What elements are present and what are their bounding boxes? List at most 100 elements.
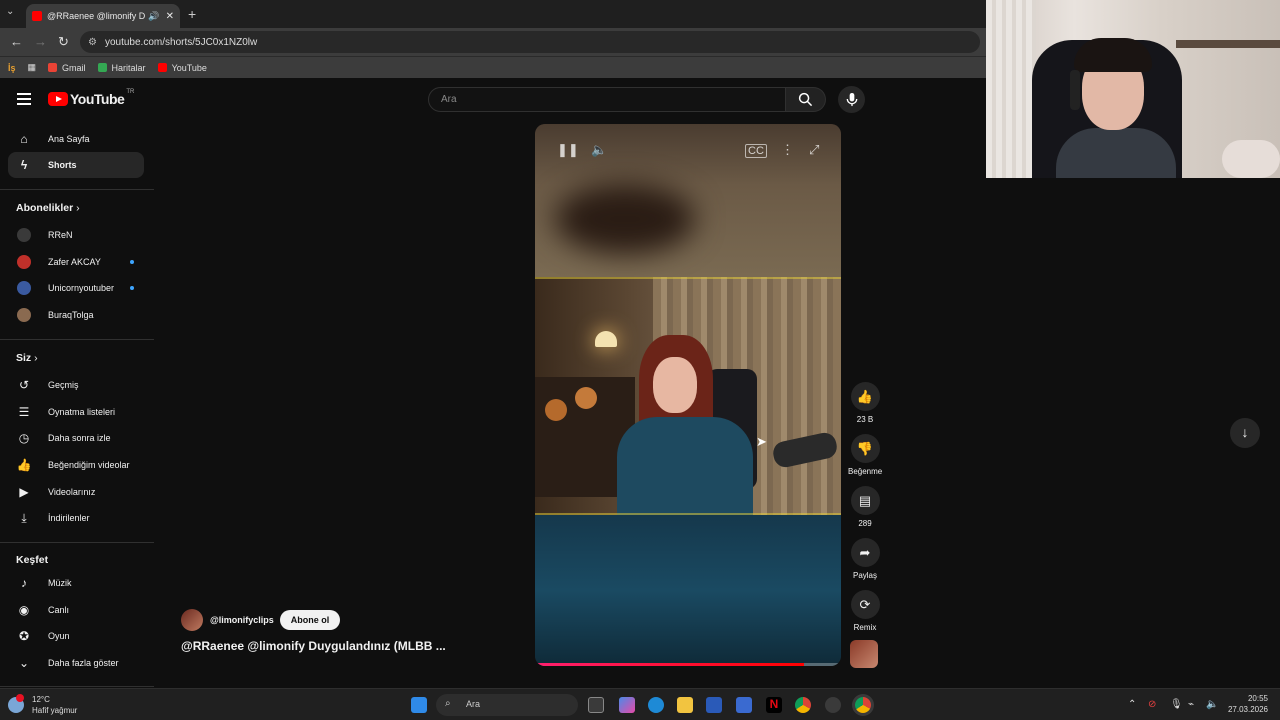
comments-button[interactable]: ▤ 289 <box>848 486 882 528</box>
tab-search-chevron-icon[interactable]: ⌄ <box>6 6 14 17</box>
task-view-icon[interactable] <box>588 697 604 713</box>
sidebar-divider <box>0 686 154 687</box>
sidebar-item-your-videos[interactable]: ▶ Videolarınız <box>8 479 144 505</box>
browser-tab-strip: ⌄ @RRaenee @limonify Duyg 🔊 ✕ + <box>0 0 986 28</box>
youtube-logo[interactable]: YouTube TR <box>48 89 134 107</box>
store-icon[interactable] <box>706 697 722 713</box>
taskbar-search-label: Ara <box>466 699 481 709</box>
clock-time: 20:55 <box>1247 694 1268 703</box>
sidebar-divider <box>0 339 154 340</box>
channel-avatar[interactable] <box>181 609 203 631</box>
taskbar-search[interactable]: ⌕ Ara <box>436 694 578 716</box>
pause-icon[interactable]: ❚❚ <box>557 142 579 158</box>
remix-button[interactable]: ⟳ Remix <box>848 590 882 632</box>
youtube-play-icon <box>48 92 68 106</box>
next-short-button[interactable]: ↓ <box>1230 418 1260 448</box>
more-options-icon[interactable]: ⋮ <box>781 142 794 158</box>
browser-tab[interactable]: @RRaenee @limonify Duyg 🔊 ✕ <box>26 4 180 28</box>
microphone-icon[interactable]: 🎙 <box>1170 699 1183 710</box>
netflix-icon[interactable]: N <box>766 697 782 713</box>
clock-date: 27.03.2026 <box>1227 705 1268 714</box>
sidebar-divider <box>0 542 154 543</box>
forward-icon[interactable]: → <box>34 34 47 49</box>
sidebar-item-history[interactable]: ↺ Geçmiş <box>8 372 144 398</box>
bookmarks-bar: İş ▦ Gmail Haritalar YouTube <box>0 56 986 78</box>
new-tab-button[interactable]: + <box>188 6 196 22</box>
chrome-icon[interactable] <box>795 697 811 713</box>
sidebar-item-music[interactable]: ♪ Müzik <box>8 570 144 596</box>
audio-playing-icon[interactable]: 🔊 <box>148 11 159 22</box>
reload-icon[interactable]: ↻ <box>58 34 69 50</box>
apps-grid-icon[interactable]: ▦ <box>28 62 37 73</box>
channel-name[interactable]: @limonifyclips <box>210 615 274 625</box>
headphones <box>1070 70 1080 110</box>
sidebar-item-live[interactable]: ◉ Canlı <box>8 597 144 623</box>
search-icon <box>798 92 813 107</box>
close-tab-icon[interactable]: ✕ <box>166 11 174 22</box>
subscriptions-header[interactable]: Abonelikler › <box>16 202 80 214</box>
sidebar-item-shorts[interactable]: ϟ Shorts <box>8 152 144 178</box>
tray-chevron-icon[interactable]: ⌃ <box>1128 699 1136 710</box>
like-button[interactable]: 👍 23 B <box>848 382 882 424</box>
you-header[interactable]: Siz › <box>16 352 38 364</box>
playlist-icon: ☰ <box>18 405 30 419</box>
security-icon[interactable]: ⊘ <box>1148 699 1156 710</box>
back-icon[interactable]: ← <box>10 34 23 49</box>
avatar <box>17 281 31 295</box>
copilot-icon[interactable] <box>619 697 635 713</box>
thumb-up-icon: 👍 <box>16 458 32 472</box>
bookmark-youtube[interactable]: YouTube <box>157 63 207 73</box>
start-icon[interactable] <box>411 697 427 713</box>
video-progress-bar[interactable] <box>535 663 841 666</box>
sound-thumbnail[interactable] <box>850 640 878 668</box>
app-icon[interactable] <box>736 697 752 713</box>
edge-icon[interactable] <box>648 697 664 713</box>
dislike-button[interactable]: 👎 Beğenme <box>848 434 882 476</box>
sidebar-item-gaming[interactable]: ✪ Oyun <box>8 623 144 649</box>
youtube-icon <box>157 63 167 72</box>
windows-taskbar: 12°C Hafif yağmur ⌕ Ara N ⌃ ⊘ 🎙 ⌁ 🔈 20:55… <box>0 688 1280 720</box>
clock-icon: ◷ <box>18 431 30 445</box>
sidebar-item-downloads[interactable]: ⤓ İndirilenler <box>8 505 144 531</box>
site-info-icon[interactable]: ⚙ <box>88 37 97 48</box>
sidebar-item-watch-later[interactable]: ◷ Daha sonra izle <box>8 425 144 451</box>
menu-icon[interactable] <box>17 93 31 105</box>
temperature: 12°C <box>32 695 50 704</box>
shorts-video-player[interactable]: ❚❚ 🔈 CC ⋮ ⤢ <box>535 124 841 666</box>
voice-search-button[interactable] <box>838 86 865 113</box>
system-clock[interactable]: 20:55 27.03.2026 <box>1220 693 1268 715</box>
search-button[interactable] <box>786 87 826 112</box>
volume-icon[interactable]: 🔈 <box>591 142 607 158</box>
fullscreen-icon[interactable]: ⤢ <box>809 142 819 158</box>
sidebar-item-show-more[interactable]: ⌄ Daha fazla göster <box>8 650 144 676</box>
network-icon[interactable]: ⌁ <box>1188 699 1194 710</box>
captions-icon[interactable]: CC <box>745 144 767 158</box>
gmail-icon <box>48 63 58 72</box>
file-explorer-icon[interactable] <box>677 697 693 713</box>
sidebar-item-liked-videos[interactable]: 👍 Beğendiğim videolar <box>8 452 144 478</box>
wall-shelf <box>1176 40 1280 48</box>
comment-icon: ▤ <box>850 486 880 515</box>
sidebar-item-home[interactable]: ⌂ Ana Sayfa <box>8 126 144 152</box>
video-title[interactable]: @RRaenee @limonify Duygulandınız (MLBB .… <box>181 639 446 653</box>
share-button[interactable]: ➦ Paylaş <box>848 538 882 580</box>
subscribe-button[interactable]: Abone ol <box>279 610 341 630</box>
channel-info: @limonifyclips Abone ol <box>181 609 341 631</box>
chrome-active-icon[interactable] <box>855 697 871 713</box>
sidebar-item-rren[interactable]: RReN <box>8 222 144 248</box>
mouse-cursor-icon: ➤ <box>756 434 767 449</box>
volume-icon[interactable]: 🔈 <box>1206 699 1218 710</box>
weather-widget[interactable]: 12°C Hafif yağmur <box>8 694 77 716</box>
app-icon[interactable] <box>825 697 841 713</box>
new-content-dot <box>130 260 134 264</box>
bookmark-maps[interactable]: Haritalar <box>97 63 146 73</box>
sidebar-item-buraqtolga[interactable]: BuraqTolga <box>8 302 144 328</box>
address-bar[interactable]: ⚙ youtube.com/shorts/5JC0x1NZ0lw <box>80 31 980 53</box>
sidebar-item-unicornyoutuber[interactable]: Unicornyoutuber <box>8 275 144 301</box>
search-input[interactable]: Ara <box>428 87 786 112</box>
sidebar-item-playlists[interactable]: ☰ Oynatma listeleri <box>8 399 144 425</box>
bookmark-gmail[interactable]: Gmail <box>48 63 86 73</box>
sidebar-item-zafer-akcay[interactable]: Zafer AKCAY <box>8 249 144 275</box>
workspace-icon[interactable]: İş <box>8 63 16 73</box>
remix-icon: ⟳ <box>850 590 880 619</box>
